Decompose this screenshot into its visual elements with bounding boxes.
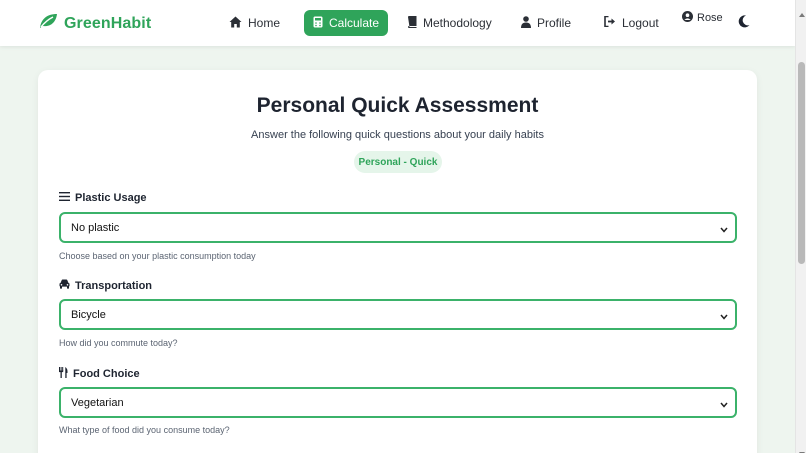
food-choice-help: What type of food did you consume today? (59, 425, 230, 435)
plastic-usage-label-text: Plastic Usage (75, 192, 147, 204)
layers-icon (59, 192, 70, 204)
chevron-down-icon (720, 224, 728, 236)
nav-profile[interactable]: Profile (521, 10, 571, 36)
food-choice-label: Food Choice (59, 367, 140, 381)
transportation-help: How did you commute today? (59, 338, 178, 348)
nav-logout-label: Logout (622, 16, 659, 30)
nav-calculate-label: Calculate (329, 16, 380, 30)
nav-home[interactable]: Home (229, 10, 280, 36)
transportation-value: Bicycle (71, 308, 106, 321)
page-subtitle: Answer the following quick questions abo… (251, 129, 544, 141)
plastic-usage-label: Plastic Usage (59, 192, 147, 204)
leaf-icon (38, 12, 58, 35)
home-icon (229, 16, 242, 31)
transportation-select[interactable]: Bicycle (59, 299, 737, 330)
scroll-down-arrow-icon[interactable] (799, 443, 805, 453)
book-icon (407, 15, 417, 31)
transportation-label-text: Transportation (75, 279, 153, 292)
logout-icon (604, 15, 616, 30)
page-scrollbar[interactable] (795, 0, 806, 453)
food-choice-value: Vegetarian (71, 396, 124, 409)
brand-name: GreenHabit (64, 14, 152, 32)
theme-toggle[interactable] (738, 15, 750, 33)
user-icon (521, 15, 531, 31)
plastic-usage-select[interactable]: No plastic (59, 212, 737, 243)
nav-methodology-label: Methodology (423, 16, 492, 30)
page-title: Personal Quick Assessment (256, 94, 539, 117)
moon-icon (738, 15, 750, 32)
car-icon (59, 279, 70, 292)
nav-calculate[interactable]: Calculate (304, 10, 389, 36)
user-circle-icon (682, 11, 693, 25)
nav-home-label: Home (248, 16, 281, 30)
top-navbar: GreenHabit Home Calculate Methodology Pr… (0, 0, 795, 46)
utensils-icon (59, 367, 68, 381)
scroll-up-arrow-icon[interactable] (799, 4, 805, 22)
food-choice-select[interactable]: Vegetarian (59, 387, 737, 418)
nav-profile-label: Profile (537, 16, 572, 30)
scroll-thumb[interactable] (798, 62, 805, 264)
calculator-icon (313, 16, 323, 31)
chevron-down-icon (720, 311, 728, 323)
transportation-label: Transportation (59, 279, 152, 292)
assessment-card: Personal Quick Assessment Answer the fol… (38, 70, 757, 453)
user-menu[interactable]: Rose (682, 11, 723, 25)
plastic-usage-value: No plastic (71, 221, 120, 234)
nav-logout[interactable]: Logout (604, 10, 659, 36)
user-name: Rose (697, 12, 723, 24)
assessment-type-badge: Personal - Quick (354, 151, 442, 173)
nav-methodology[interactable]: Methodology (407, 10, 492, 36)
brand-logo[interactable]: GreenHabit (38, 12, 151, 35)
plastic-usage-help: Choose based on your plastic consumption… (59, 251, 256, 261)
chevron-down-icon (720, 399, 728, 411)
food-choice-label-text: Food Choice (73, 368, 140, 380)
